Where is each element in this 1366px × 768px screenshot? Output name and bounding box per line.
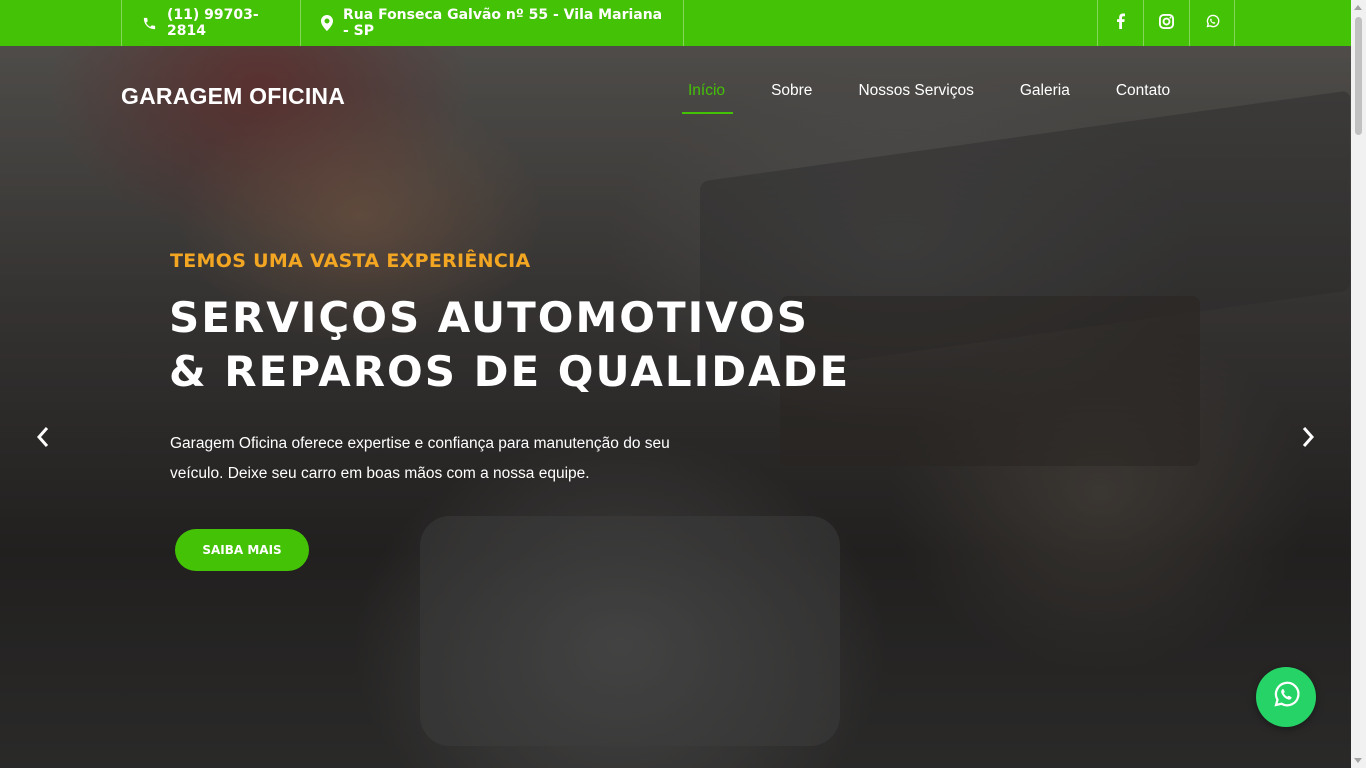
- phone-number: (11) 99703-2814: [167, 7, 259, 39]
- whatsapp-float-button[interactable]: [1256, 667, 1316, 727]
- scrollbar-thumb[interactable]: [1355, 17, 1362, 135]
- chevron-right-icon: [1301, 426, 1315, 452]
- nav-item-contato[interactable]: Contato: [1116, 82, 1170, 114]
- phone-icon: [142, 16, 157, 31]
- hero-overlay: [0, 46, 1351, 768]
- address-text: Rua Fonseca Galvão nº 55 - Vila Mariana …: [343, 7, 663, 39]
- slider-next-button[interactable]: [1293, 424, 1323, 454]
- nav-item-galeria[interactable]: Galeria: [1020, 82, 1070, 114]
- whatsapp-icon: [1271, 680, 1301, 714]
- social-links: [1097, 0, 1235, 46]
- address-contact[interactable]: Rua Fonseca Galvão nº 55 - Vila Mariana …: [300, 0, 684, 46]
- whatsapp-icon: [1205, 14, 1220, 33]
- nav-item-servicos[interactable]: Nossos Serviços: [858, 82, 973, 114]
- map-pin-icon: [321, 15, 333, 31]
- instagram-icon: [1159, 13, 1174, 33]
- brand-logo[interactable]: GARAGEM OFICINA: [121, 83, 345, 110]
- hero-headline: SERVIÇOS AUTOMOTIVOS & REPAROS DE QUALID…: [169, 291, 850, 399]
- hero-kicker: TEMOS UMA VASTA EXPERIÊNCIA: [170, 250, 531, 272]
- hero-description: Garagem Oficina oferece expertise e conf…: [170, 429, 750, 489]
- facebook-link[interactable]: [1097, 0, 1143, 46]
- hero-description-line1: Garagem Oficina oferece expertise e conf…: [170, 435, 670, 452]
- hero-description-line2: veículo. Deixe seu carro em boas mãos co…: [170, 465, 590, 482]
- chevron-left-icon: [36, 426, 50, 452]
- scroll-down-arrow-icon[interactable]: [1354, 758, 1362, 763]
- instagram-link[interactable]: [1143, 0, 1189, 46]
- top-bar: (11) 99703-2814 Rua Fonseca Galvão nº 55…: [0, 0, 1351, 46]
- saiba-mais-button[interactable]: SAIBA MAIS: [175, 529, 309, 571]
- whatsapp-link[interactable]: [1189, 0, 1235, 46]
- slider-prev-button[interactable]: [28, 424, 58, 454]
- hero-slider: GARAGEM OFICINA Início Sobre Nossos Serv…: [0, 46, 1351, 768]
- hero-headline-line1: SERVIÇOS AUTOMOTIVOS: [169, 293, 809, 342]
- phone-contact[interactable]: (11) 99703-2814: [121, 0, 300, 46]
- hero-headline-line2: & REPAROS DE QUALIDADE: [169, 347, 851, 396]
- nav-item-inicio[interactable]: Início: [681, 82, 734, 114]
- scroll-up-arrow-icon[interactable]: [1354, 5, 1362, 10]
- nav-item-sobre[interactable]: Sobre: [771, 82, 812, 114]
- page-scrollbar[interactable]: [1351, 0, 1366, 768]
- facebook-icon: [1116, 13, 1125, 33]
- main-nav: Início Sobre Nossos Serviços Galeria Con…: [681, 82, 1216, 114]
